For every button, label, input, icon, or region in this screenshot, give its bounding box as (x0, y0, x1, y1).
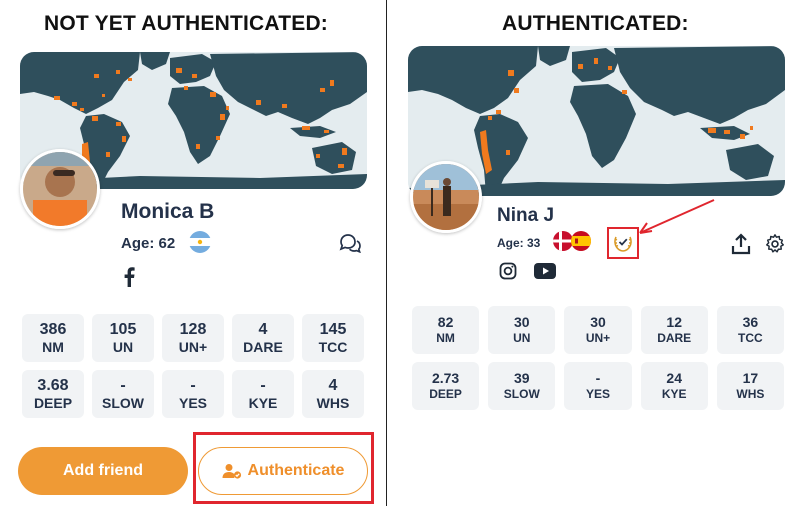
stat-un: 30 UN (488, 306, 556, 354)
right-avatar[interactable] (410, 161, 482, 233)
stat-deep: 3.68 DEEP (22, 370, 84, 418)
authenticate-highlight-box (193, 432, 374, 504)
stat-nm: 82 NM (412, 306, 480, 354)
stat-nm: 386 NM (22, 314, 84, 362)
chat-icon[interactable] (338, 233, 362, 253)
left-avatar[interactable] (20, 149, 100, 229)
right-age: Age: 33 (497, 236, 541, 250)
flag-spain (570, 230, 592, 252)
stat-un-plus: 30 UN+ (564, 306, 632, 354)
left-stats-grid: 386 NM 105 UN 128 UN+ 4 DARE 145 TCC 3.68 DEEP… (22, 314, 364, 418)
stat-dare: 4 DARE (232, 314, 294, 362)
flag-argentina (188, 230, 212, 254)
right-heading: AUTHENTICATED: (502, 12, 689, 35)
youtube-icon[interactable] (534, 262, 556, 280)
stat-deep: 2.73 DEEP (412, 362, 480, 410)
left-heading: NOT YET AUTHENTICATED: (44, 12, 329, 35)
left-age: Age: 62 (121, 235, 176, 252)
stat-whs: 4 WHS (302, 370, 364, 418)
add-friend-button[interactable]: Add friend (18, 447, 188, 495)
stat-kye: 24 KYE (640, 362, 708, 410)
stat-dare: 12 DARE (640, 306, 708, 354)
right-profile-name: Nina J (497, 205, 555, 226)
left-profile-name: Monica B (121, 200, 215, 223)
stat-tcc: 145 TCC (302, 314, 364, 362)
share-icon[interactable] (730, 232, 752, 256)
stat-un-plus: 128 UN+ (162, 314, 224, 362)
stat-slow: 39 SLOW (488, 362, 556, 410)
stat-un: 105 UN (92, 314, 154, 362)
pointer-arrow (630, 198, 716, 238)
gear-icon[interactable] (763, 232, 787, 256)
stat-kye: - KYE (232, 370, 294, 418)
instagram-icon[interactable] (498, 261, 518, 281)
stat-yes: - YES (564, 362, 632, 410)
stat-slow: - SLOW (92, 370, 154, 418)
right-stats-grid: 82 NM 30 UN 30 UN+ 12 DARE 36 TCC 2.73 DEEP 39… (412, 306, 784, 410)
stat-tcc: 36 TCC (716, 306, 784, 354)
stat-whs: 17 WHS (716, 362, 784, 410)
stat-yes: - YES (162, 370, 224, 418)
facebook-icon[interactable] (122, 266, 136, 288)
panel-divider (386, 0, 387, 506)
